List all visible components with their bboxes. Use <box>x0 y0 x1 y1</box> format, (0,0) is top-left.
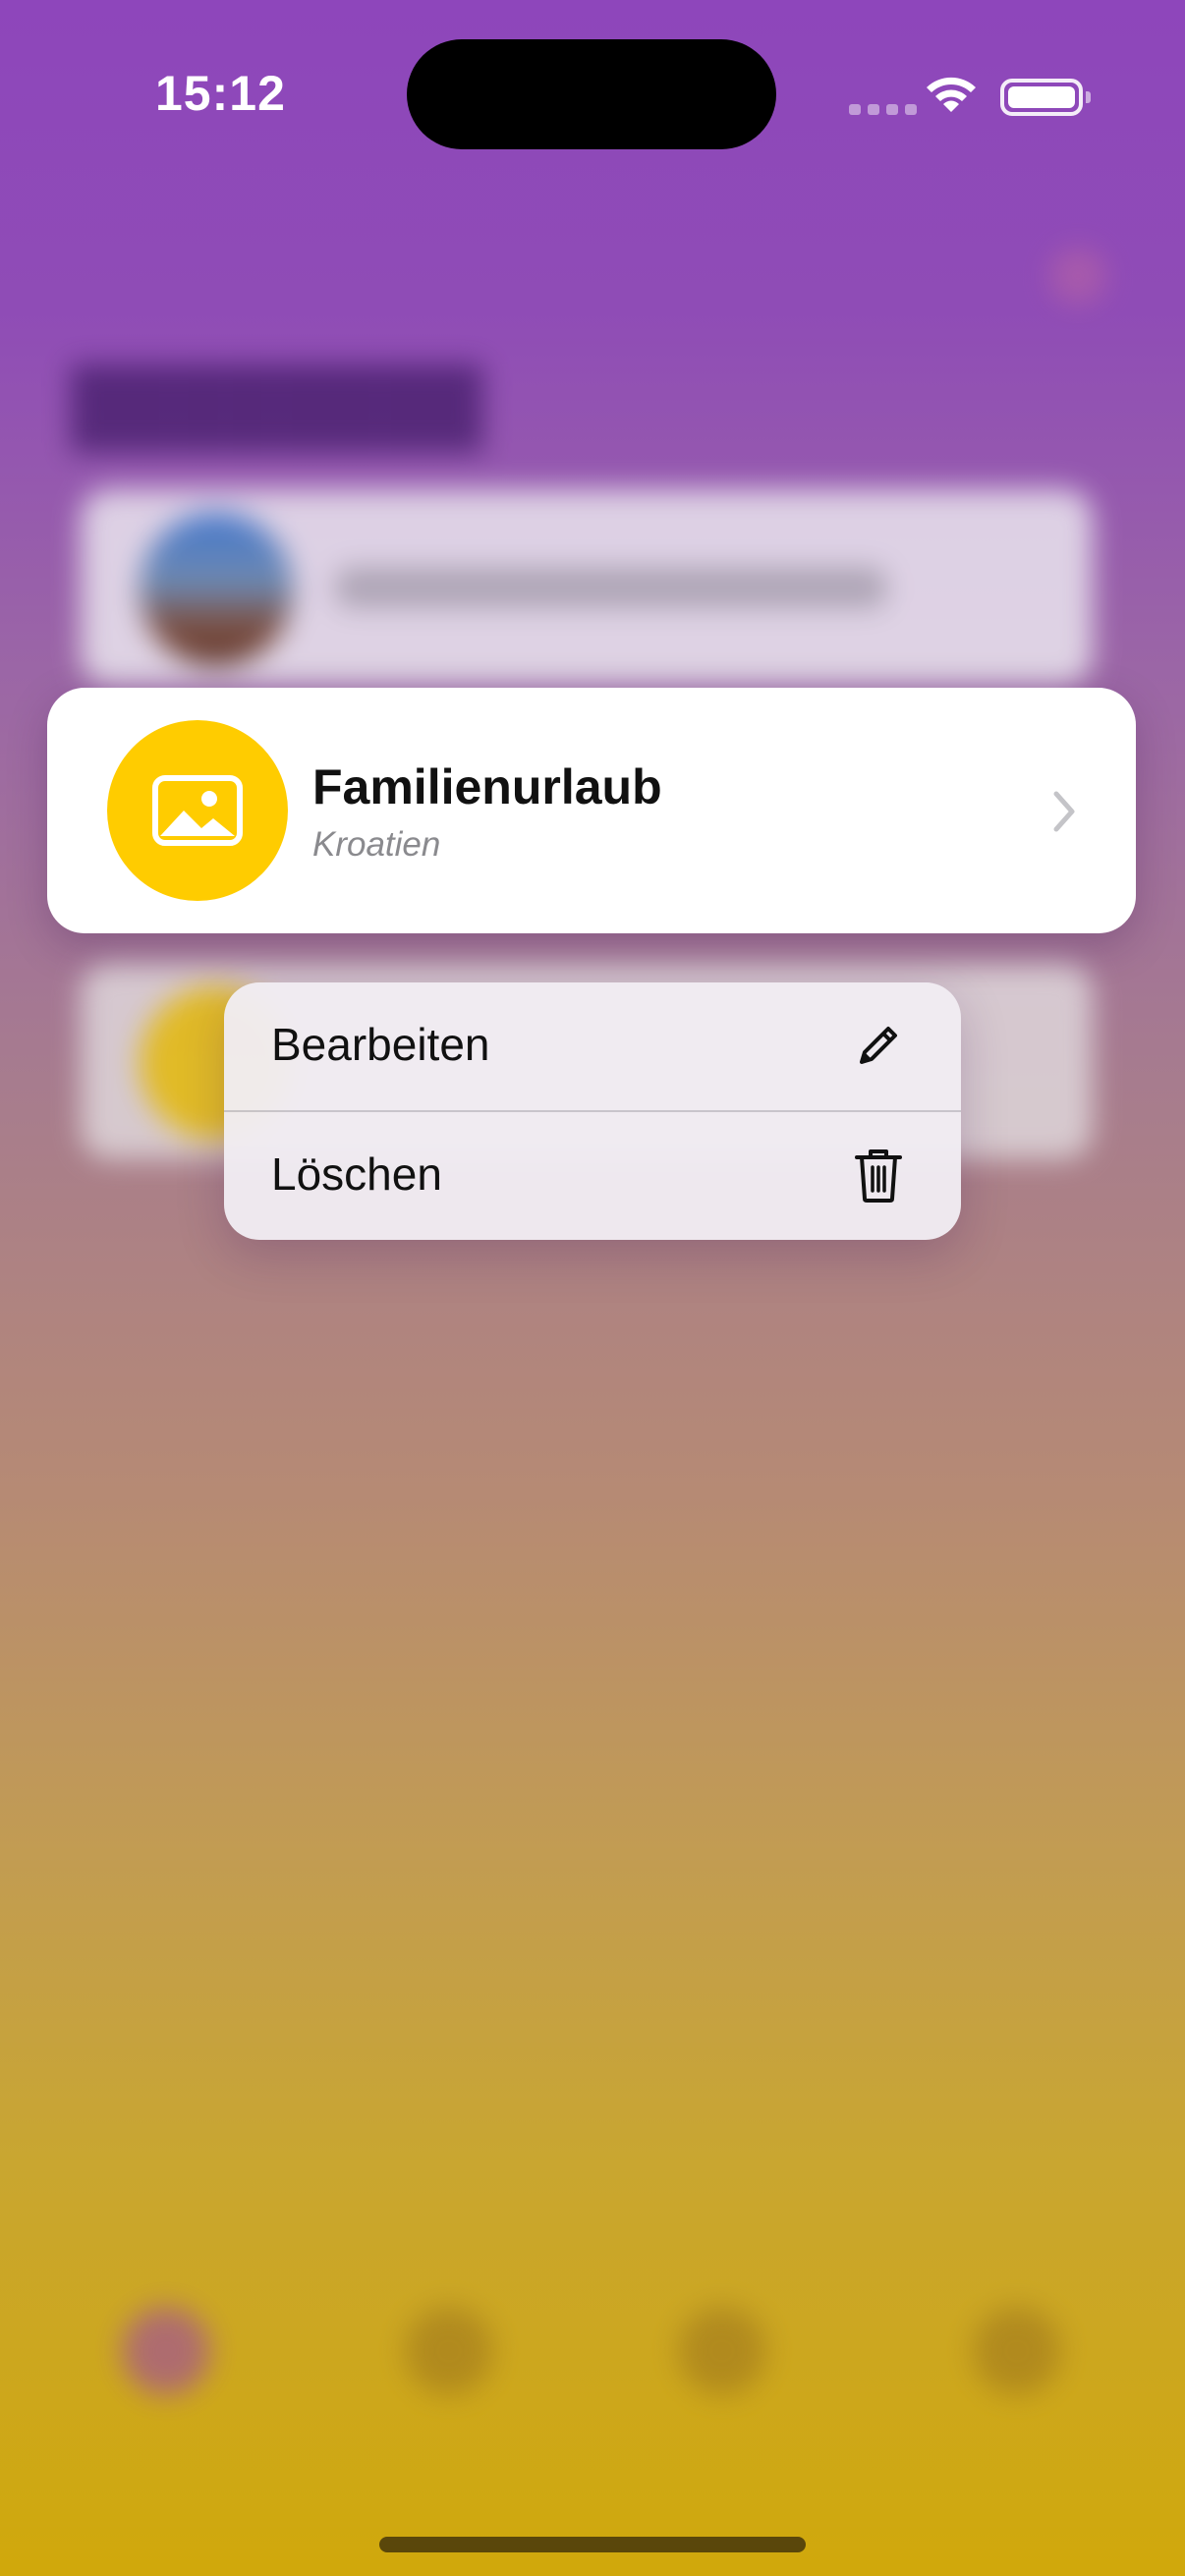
trip-subtitle: Kroatien <box>312 825 441 864</box>
battery-icon <box>1000 79 1091 116</box>
home-indicator[interactable] <box>379 2537 806 2552</box>
trash-icon <box>855 1149 902 1203</box>
blurred-toolbar-button <box>1049 248 1106 305</box>
trip-title: Familienurlaub <box>312 759 662 814</box>
delete-menu-label: Löschen <box>271 1148 442 1200</box>
dynamic-island <box>407 39 776 149</box>
blurred-page-title: ████████ <box>71 364 483 446</box>
edit-menu-item[interactable]: Bearbeiten <box>224 982 961 1110</box>
trip-card[interactable]: Familienurlaub Kroatien <box>47 688 1136 933</box>
blurred-tab-item <box>405 2307 493 2395</box>
context-menu: Bearbeiten Löschen <box>224 982 961 1240</box>
blurred-tab-item <box>678 2307 766 2395</box>
status-time: 15:12 <box>155 66 286 121</box>
blurred-list-item <box>81 489 1093 686</box>
blurred-avatar <box>140 513 293 666</box>
blurred-background: ████████ <box>0 0 1185 2576</box>
trip-avatar <box>107 720 288 901</box>
blurred-tab-item <box>122 2307 210 2395</box>
wifi-icon <box>927 77 976 112</box>
blurred-tab-item <box>973 2307 1061 2395</box>
cellular-signal-icon <box>849 104 917 115</box>
delete-menu-item[interactable]: Löschen <box>224 1112 961 1240</box>
photo-icon <box>152 775 243 846</box>
chevron-right-icon <box>1053 791 1075 832</box>
pencil-icon <box>860 1027 897 1064</box>
edit-menu-label: Bearbeiten <box>271 1019 490 1070</box>
blurred-text-placeholder <box>336 568 886 607</box>
